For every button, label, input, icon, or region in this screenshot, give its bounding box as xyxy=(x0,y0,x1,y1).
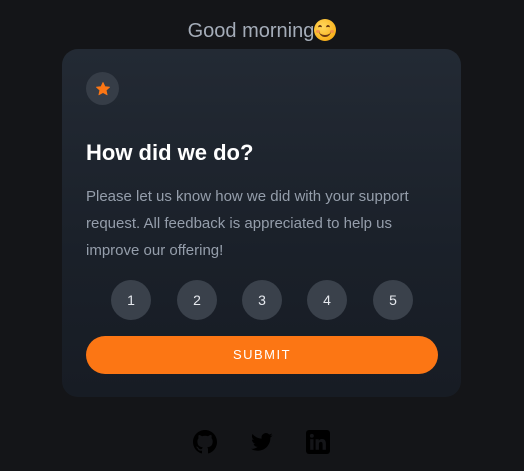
rating-button-2[interactable]: 2 xyxy=(177,280,217,320)
smiling-face-emoji-icon xyxy=(314,19,337,41)
star-badge xyxy=(86,72,119,105)
feedback-card: How did we do? Please let us know how we… xyxy=(62,49,461,397)
card-title: How did we do? xyxy=(86,140,254,165)
greeting-text: Good morning xyxy=(187,20,315,42)
rating-button-4[interactable]: 4 xyxy=(307,280,347,320)
rating-button-3[interactable]: 3 xyxy=(242,280,282,320)
github-icon xyxy=(193,430,217,454)
github-link[interactable] xyxy=(192,429,218,455)
rating-button-5[interactable]: 5 xyxy=(373,280,413,320)
twitter-icon xyxy=(251,433,273,451)
page: Good morning How did we do? Please let u… xyxy=(0,0,524,471)
rating-button-1[interactable]: 1 xyxy=(111,280,151,320)
rating-options: 1 2 3 4 5 xyxy=(111,280,413,320)
card-description: Please let us know how we did with your … xyxy=(86,188,409,259)
greeting: Good morning xyxy=(0,18,524,44)
submit-button[interactable]: SUBMIT xyxy=(86,336,438,374)
linkedin-link[interactable] xyxy=(305,429,331,455)
linkedin-icon xyxy=(306,430,330,454)
star-icon xyxy=(95,81,110,95)
social-links xyxy=(0,429,524,455)
twitter-link[interactable] xyxy=(249,429,275,455)
